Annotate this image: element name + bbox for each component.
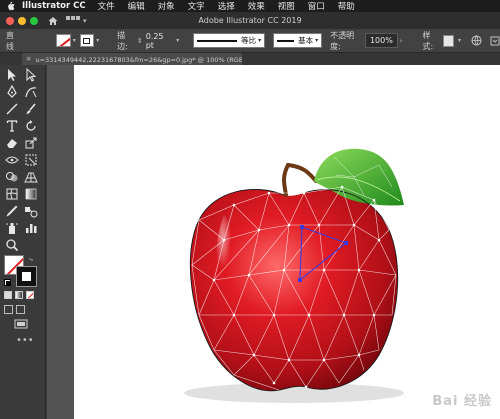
color-mode-button[interactable] <box>4 291 12 299</box>
minimize-window-button[interactable] <box>18 16 26 25</box>
rotate-tool-icon[interactable] <box>24 119 38 133</box>
gradient-tool-icon[interactable] <box>24 187 38 201</box>
stroke-weight-stepper[interactable]: ⇕ <box>137 37 143 45</box>
line-segment-tool-icon[interactable] <box>5 102 19 116</box>
default-fill-stroke-icon[interactable] <box>4 279 11 286</box>
profile-label: 等比 <box>241 36 257 45</box>
brush-definition-select[interactable]: 基本 ▾ <box>273 33 323 48</box>
brush-preview <box>277 39 295 42</box>
width-tool-icon[interactable] <box>5 153 19 167</box>
mesh-tool-icon[interactable] <box>5 187 19 201</box>
window-titlebar: Adobe Illustrator CC 2019 ▾ <box>0 12 500 29</box>
brush-label: 基本 <box>298 36 314 45</box>
fill-stroke-widget: ⤷ <box>4 255 42 287</box>
document-tab[interactable]: ✕ u=3314349442,2223167803&fm=26&gp=0.jpg… <box>22 53 242 65</box>
symbol-sprayer-tool-icon[interactable] <box>5 221 19 235</box>
screen-mode-icon[interactable] <box>14 319 28 329</box>
menu-file[interactable]: 文件 <box>98 0 115 12</box>
chevron-right-icon[interactable]: › <box>400 37 403 45</box>
graphic-style-swatch[interactable] <box>443 34 454 47</box>
fill-color-swatch[interactable] <box>56 34 71 47</box>
opacity-input[interactable]: 100% <box>364 33 398 48</box>
style-label: 样式: <box>422 30 434 51</box>
variable-width-profile-select[interactable]: 等比 ▾ <box>193 33 266 48</box>
artboard[interactable]: Bai 经验 <box>74 65 500 419</box>
menu-edit[interactable]: 编辑 <box>128 0 145 12</box>
tools-panel: ⤷ ••• <box>0 65 46 419</box>
stroke-color-swatch[interactable] <box>79 34 95 47</box>
menu-bar: Illustrator CC 文件 编辑 对象 文字 选择 效果 视图 窗口 帮… <box>0 0 500 12</box>
menu-type[interactable]: 文字 <box>188 0 205 12</box>
blend-tool-icon[interactable] <box>24 204 38 218</box>
opacity-label[interactable]: 不透明度: <box>330 30 361 52</box>
menu-help[interactable]: 帮助 <box>338 0 355 12</box>
none-mode-button[interactable] <box>26 291 34 299</box>
selection-type-label: 直线 <box>6 30 14 51</box>
recolor-artwork-icon[interactable] <box>471 35 482 46</box>
gradient-mode-button[interactable] <box>15 291 23 299</box>
profile-preview <box>197 39 238 42</box>
direct-selection-tool-icon[interactable] <box>24 68 38 82</box>
draw-behind-icon[interactable] <box>16 305 25 314</box>
shape-builder-tool-icon[interactable] <box>5 170 19 184</box>
menu-select[interactable]: 选择 <box>218 0 235 12</box>
zoom-tool-icon[interactable] <box>5 238 19 252</box>
apple-stem <box>282 162 318 197</box>
column-graph-tool-icon[interactable] <box>24 221 38 235</box>
menu-effect[interactable]: 效果 <box>248 0 265 12</box>
chevron-down-icon[interactable]: ▾ <box>83 17 87 25</box>
menu-window[interactable]: 窗口 <box>308 0 325 12</box>
stroke-swatch[interactable] <box>16 266 37 287</box>
app-name-menu[interactable]: Illustrator CC <box>22 1 86 11</box>
control-bar: 直线 ▾ ▾ 描边: ⇕ 0.25 pt ▾ 等比 ▾ 基本 ▾ 不透明度: 1… <box>0 29 500 53</box>
placed-image-apple[interactable] <box>74 65 500 419</box>
color-mode-row <box>4 291 34 299</box>
edit-toolbar-button[interactable]: ••• <box>16 335 34 346</box>
workspace-switcher-icon[interactable] <box>66 16 80 25</box>
draw-mode-row <box>4 305 25 314</box>
paintbrush-tool-icon[interactable] <box>24 102 38 116</box>
apple-icon[interactable] <box>6 1 16 11</box>
menu-view[interactable]: 视图 <box>278 0 295 12</box>
eraser-tool-icon[interactable] <box>5 136 19 150</box>
watermark-text: Bai 经验 <box>432 394 492 409</box>
scale-tool-icon[interactable] <box>24 136 38 150</box>
more-options-icon[interactable] <box>490 36 500 46</box>
home-icon[interactable] <box>48 16 58 26</box>
type-tool-icon[interactable] <box>5 119 19 133</box>
perspective-grid-tool-icon[interactable] <box>24 170 38 184</box>
document-tab-title: u=3314349442,2223167803&fm=26&gp=0.jpg* … <box>35 56 242 64</box>
chevron-down-icon[interactable]: ▾ <box>73 37 76 44</box>
chevron-down-icon: ▾ <box>315 37 319 44</box>
curvature-tool-icon[interactable] <box>24 85 38 99</box>
zoom-window-button[interactable] <box>30 16 38 25</box>
eyedropper-tool-icon[interactable] <box>5 204 19 218</box>
chevron-down-icon[interactable]: ▾ <box>458 37 461 44</box>
draw-normal-icon[interactable] <box>4 305 13 314</box>
document-tab-strip: ✕ u=3314349442,2223167803&fm=26&gp=0.jpg… <box>0 53 500 65</box>
chevron-down-icon[interactable]: ▾ <box>176 37 179 44</box>
swap-fill-stroke-icon[interactable]: ⤷ <box>29 255 33 264</box>
close-window-button[interactable] <box>6 16 14 25</box>
stroke-label[interactable]: 描边: <box>117 30 134 52</box>
chevron-down-icon: ▾ <box>258 37 262 44</box>
chevron-down-icon[interactable]: ▾ <box>96 37 99 44</box>
menu-object[interactable]: 对象 <box>158 0 175 12</box>
stroke-weight-input[interactable]: 0.25 pt <box>146 32 171 50</box>
selection-tool-icon[interactable] <box>5 68 19 82</box>
free-transform-tool-icon[interactable] <box>24 153 38 167</box>
pen-tool-icon[interactable] <box>5 85 19 99</box>
apple-body <box>190 189 398 391</box>
close-icon[interactable]: ✕ <box>26 55 31 63</box>
